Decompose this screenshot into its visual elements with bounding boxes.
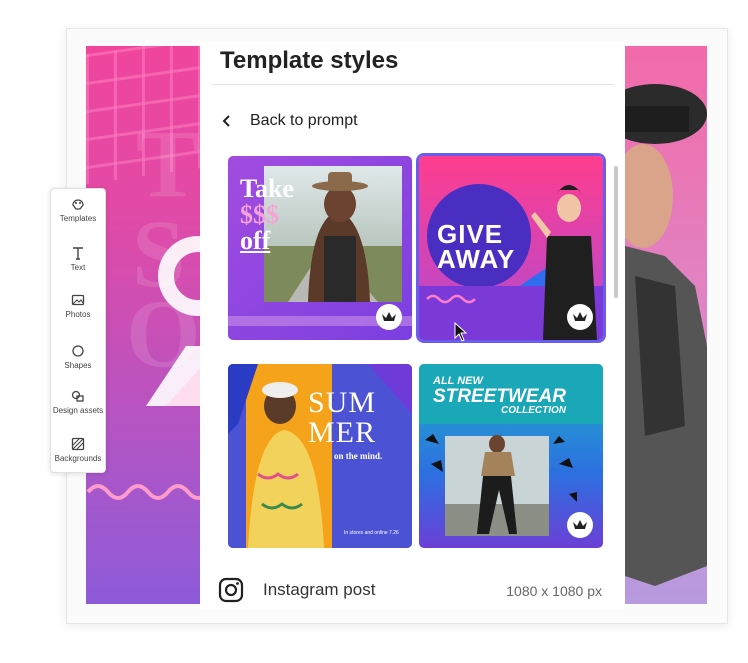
template-fineprint: In stores and online 7.26 — [344, 530, 399, 536]
template-line: on the mind. — [334, 451, 383, 461]
template-line: COLLECTION — [501, 405, 566, 416]
premium-badge — [567, 304, 593, 330]
sidebar-item-backgrounds[interactable]: Backgrounds — [51, 437, 105, 463]
premium-badge — [567, 512, 593, 538]
sidebar-item-label: Shapes — [64, 361, 92, 370]
premium-badge — [376, 304, 402, 330]
panel-title: Template styles — [220, 47, 399, 74]
template-line: $$$ — [240, 200, 279, 229]
crown-icon — [573, 520, 587, 529]
template-card[interactable]: GIVE AWAY — [419, 156, 603, 340]
template-line: SUM — [308, 386, 377, 419]
template-line: GIVE — [437, 219, 504, 249]
design-assets-icon — [71, 390, 84, 402]
sidebar-item-label: Design assets — [52, 406, 104, 415]
format-name: Instagram post — [263, 580, 376, 599]
sidebar-item-label: Backgrounds — [54, 454, 102, 463]
sidebar-item-photos[interactable]: Photos — [51, 293, 105, 319]
sidebar-item-label: Text — [70, 263, 86, 272]
backgrounds-icon — [71, 437, 85, 451]
sidebar-item-text[interactable]: Text — [51, 246, 105, 272]
canvas-model-photo — [625, 46, 707, 604]
template-line: STREETWEAR — [433, 386, 566, 407]
template-line: MER — [308, 416, 377, 449]
divider — [212, 84, 614, 85]
canvas-preview-right — [625, 46, 707, 604]
crown-icon — [382, 312, 396, 321]
chevron-left-icon — [222, 115, 230, 127]
text-icon — [73, 247, 83, 260]
template-styles-panel: Template styles Back to prompt Take $$$ … — [200, 42, 625, 610]
scrollbar-thumb[interactable] — [614, 166, 618, 298]
template-card[interactable]: ALL NEW STREETWEAR COLLECTION — [419, 364, 603, 548]
template-text: Take $$$ off — [240, 176, 294, 254]
crown-icon — [573, 312, 587, 321]
format-footer: Instagram post 1080 x 1080 px — [218, 575, 608, 607]
template-line: Take — [240, 174, 294, 203]
templates-icon — [72, 199, 84, 210]
sidebar-item-shapes[interactable]: Shapes — [51, 344, 105, 370]
sidebar-item-label: Templates — [59, 214, 97, 223]
template-text: GIVE AWAY — [437, 219, 516, 274]
mouse-cursor-icon — [454, 322, 468, 342]
back-label: Back to prompt — [250, 112, 358, 129]
sidebar-item-label: Photos — [65, 310, 91, 319]
template-card[interactable]: Take $$$ off — [228, 156, 412, 340]
format-dimensions: 1080 x 1080 px — [506, 583, 602, 599]
template-line: off — [240, 226, 271, 255]
template-text: ALL NEW STREETWEAR COLLECTION — [433, 376, 566, 416]
shapes-icon — [72, 345, 84, 357]
back-to-prompt-button[interactable]: Back to prompt — [222, 112, 358, 130]
tools-sidebar: Templates Text Photos Shapes Design asse… — [50, 188, 106, 473]
instagram-icon — [218, 577, 244, 603]
template-text: SUM MER on the mind. — [308, 388, 382, 461]
sidebar-item-templates[interactable]: Templates — [51, 197, 105, 223]
template-card[interactable]: SUM MER on the mind. In stores and onlin… — [228, 364, 412, 548]
photos-icon — [71, 294, 85, 306]
template-line: AWAY — [437, 243, 516, 274]
sidebar-item-design-assets[interactable]: Design assets — [51, 389, 105, 415]
